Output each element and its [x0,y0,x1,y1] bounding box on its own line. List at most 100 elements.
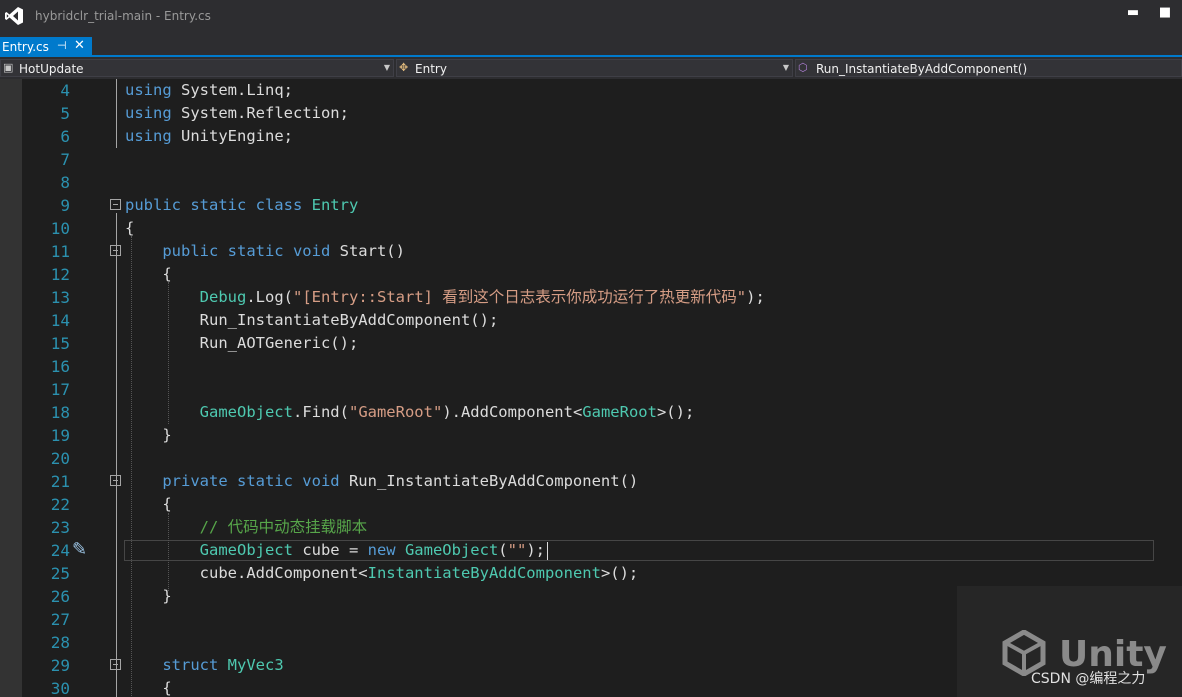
code-text[interactable]: { [125,217,134,240]
line-number: 6 [60,127,70,146]
code-line[interactable]: 16 [0,355,1182,378]
line-number: 17 [50,380,70,399]
code-text[interactable]: // 代码中动态挂载脚本 [125,516,368,539]
navigation-bar: ▣ HotUpdate ▼ ✥ Entry ▼ ⬡ Run_Instantiat… [0,57,1182,79]
outline-guide [116,213,117,697]
collapse-toggle[interactable] [110,245,121,256]
line-number: 8 [60,173,70,192]
line-number: 20 [50,449,70,468]
code-line[interactable]: 4 using System.Linq; [0,79,1182,102]
line-number: 5 [60,104,70,123]
maximize-button[interactable]: ■ [1150,5,1180,20]
code-text[interactable]: public static class Entry [125,194,358,217]
code-text[interactable]: { [125,677,171,697]
code-line[interactable]: 7 [0,148,1182,171]
chevron-down-icon: ▼ [782,63,789,72]
code-text[interactable]: } [125,585,171,608]
line-number: 22 [50,495,70,514]
code-text[interactable]: using System.Linq; [125,79,293,102]
code-text[interactable]: Run_InstantiateByAddComponent(); [125,309,499,332]
line-number: 18 [50,403,70,422]
line-number: 19 [50,426,70,445]
minimize-button[interactable]: ▬ [1118,5,1148,20]
code-line[interactable]: 23 // 代码中动态挂载脚本 [0,516,1182,539]
close-tab-button[interactable]: ✕ [74,38,85,53]
code-line[interactable]: 12 { [0,263,1182,286]
code-line[interactable]: 24 GameObject cube = new GameObject(""); [0,539,1182,562]
collapse-toggle[interactable] [110,659,121,670]
code-line[interactable]: 19 } [0,424,1182,447]
text-caret [547,542,548,560]
code-text[interactable]: Debug.Log("[Entry::Start] 看到这个日志表示你成功运行了… [125,286,765,309]
code-line[interactable]: 9 public static class Entry [0,194,1182,217]
class-icon: ✥ [399,61,409,74]
collapse-toggle[interactable] [110,475,121,486]
code-line[interactable]: 20 [0,447,1182,470]
code-text[interactable]: public static void Start() [125,240,405,263]
line-number: 24 [50,541,70,560]
code-line[interactable]: 5 using System.Reflection; [0,102,1182,125]
code-line[interactable]: 15 Run_AOTGeneric(); [0,332,1182,355]
code-line[interactable]: 17 [0,378,1182,401]
window-title: hybridclr_trial-main - Entry.cs [35,9,211,23]
visual-studio-logo-icon [5,7,23,25]
code-text[interactable]: using UnityEngine; [125,125,293,148]
csdn-credit: CSDN @编程之力 [1031,671,1146,687]
code-line[interactable]: 11 public static void Start() [0,240,1182,263]
line-number: 15 [50,334,70,353]
code-text[interactable]: GameObject.Find("GameRoot").AddComponent… [125,401,695,424]
project-dropdown[interactable]: ▣ HotUpdate ▼ [0,59,394,77]
csharp-project-icon: ▣ [3,61,14,74]
code-text[interactable]: using System.Reflection; [125,102,349,125]
edit-pencil-icon: ✎ [72,539,88,560]
method-icon: ⬡ [798,61,808,74]
code-line[interactable]: 18 GameObject.Find("GameRoot").AddCompon… [0,401,1182,424]
code-line[interactable]: 6 using UnityEngine; [0,125,1182,148]
line-number: 9 [60,196,70,215]
code-text[interactable]: { [125,493,171,516]
code-line[interactable]: 13 Debug.Log("[Entry::Start] 看到这个日志表示你成功… [0,286,1182,309]
code-text[interactable]: { [125,263,171,286]
member-dropdown-label: Run_InstantiateByAddComponent() [816,62,1028,76]
collapse-toggle[interactable] [110,199,121,210]
pin-icon[interactable]: ⊣ [57,39,67,52]
line-number: 10 [50,219,70,238]
line-number: 21 [50,472,70,491]
code-line[interactable]: 22 { [0,493,1182,516]
member-dropdown[interactable]: ⬡ Run_InstantiateByAddComponent() [795,59,1182,77]
indent-guide [131,236,132,696]
code-text[interactable]: } [125,424,171,447]
line-number: 7 [60,150,70,169]
code-text[interactable]: Run_AOTGeneric(); [125,332,359,355]
document-tab-strip: Entry.cs ⊣ ✕ [0,33,1182,57]
code-line[interactable]: 14 Run_InstantiateByAddComponent(); [0,309,1182,332]
tab-label: Entry.cs [2,40,49,54]
line-number: 29 [50,656,70,675]
code-text[interactable]: private static void Run_InstantiateByAdd… [125,470,638,493]
title-bar: hybridclr_trial-main - Entry.cs ▬ ■ [0,0,1182,33]
line-number: 13 [50,288,70,307]
watermark: Unity CSDN @编程之力 [957,586,1182,697]
project-dropdown-label: HotUpdate [19,62,84,76]
type-dropdown-label: Entry [415,62,447,76]
code-text[interactable]: GameObject cube = new GameObject(""); [125,539,545,562]
code-text[interactable]: cube.AddComponent<InstantiateByAddCompon… [125,562,639,585]
tab-entry-cs[interactable]: Entry.cs ⊣ ✕ [0,37,92,57]
chevron-down-icon: ▼ [383,63,390,72]
type-dropdown[interactable]: ✥ Entry ▼ [396,59,793,77]
line-number: 28 [50,633,70,652]
indent-guide [168,513,169,591]
line-number: 30 [50,679,70,697]
line-number: 12 [50,265,70,284]
code-text[interactable]: struct MyVec3 [125,654,283,677]
code-line[interactable]: 25 cube.AddComponent<InstantiateByAddCom… [0,562,1182,585]
code-line[interactable]: 10 { [0,217,1182,240]
line-number: 23 [50,518,70,537]
line-number: 14 [50,311,70,330]
line-number: 4 [60,81,70,100]
indent-guide [168,282,169,424]
code-line[interactable]: 21 private static void Run_InstantiateBy… [0,470,1182,493]
line-number: 16 [50,357,70,376]
outline-guide [116,79,117,148]
code-line[interactable]: 8 [0,171,1182,194]
